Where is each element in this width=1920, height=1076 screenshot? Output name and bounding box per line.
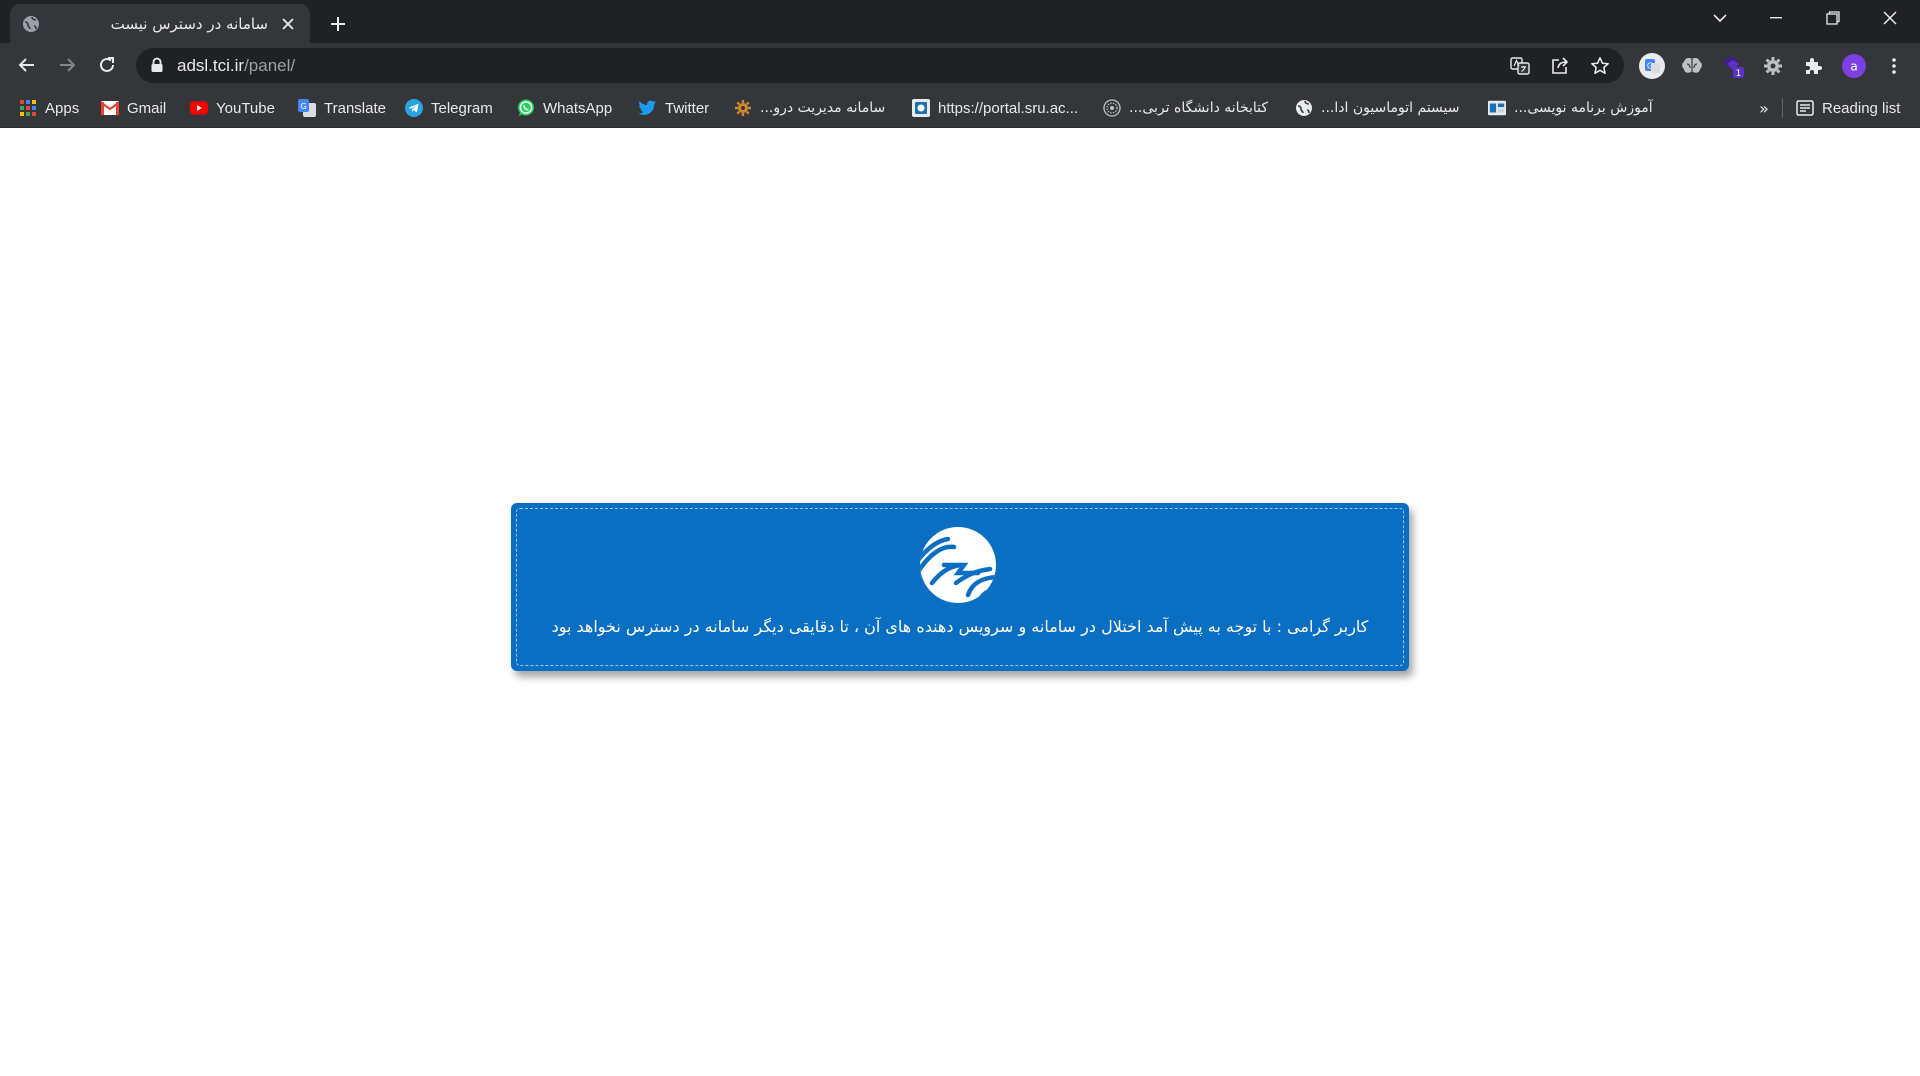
bookmarks-divider — [1782, 98, 1783, 118]
gear-badge-icon — [734, 99, 752, 117]
tab-title: سامانه در دسترس نیست — [110, 14, 268, 33]
back-button[interactable] — [11, 49, 43, 81]
restore-button[interactable] — [1805, 0, 1861, 36]
tab-search-button[interactable] — [1692, 0, 1748, 36]
bookmark-label: سامانه مدیریت درو... — [760, 100, 886, 116]
library-icon — [1103, 99, 1121, 117]
browser-toolbar: adsl.tci.ir/panel/ G 1 a — [0, 43, 1920, 88]
share-icon[interactable] — [1547, 53, 1573, 79]
bookmark-apps[interactable]: Apps — [19, 96, 79, 120]
bookmarks-bar: Apps Gmail YouTube G Translate Telegram … — [0, 88, 1920, 128]
profile-avatar[interactable]: a — [1839, 51, 1869, 81]
profile-initial: a — [1850, 60, 1857, 74]
close-tab-icon[interactable] — [278, 14, 298, 34]
bookmark-sadra-system[interactable]: سامانه مدیریت درو... — [734, 96, 885, 120]
globe-icon — [22, 15, 40, 33]
bookmark-star-icon[interactable] — [1587, 53, 1613, 79]
bookmark-sru-portal[interactable]: https://portal.sru.ac... — [912, 96, 1078, 120]
bookmark-translate[interactable]: G Translate — [298, 96, 386, 120]
translate-icon: G — [298, 99, 316, 117]
bookmark-label: سیستم اتوماسیون ادا... — [1321, 100, 1460, 116]
reading-list-label: Reading list — [1822, 99, 1901, 117]
browser-menu-icon[interactable] — [1879, 51, 1909, 81]
bookmark-label: Apps — [45, 99, 80, 117]
extension-badge-count: 1 — [1736, 69, 1742, 79]
bookmark-label: کتابخانه دانشگاه تربی... — [1129, 100, 1269, 116]
url-text[interactable]: adsl.tci.ir/panel/ — [177, 48, 295, 83]
new-tab-button[interactable] — [324, 10, 352, 38]
globe-icon — [1295, 99, 1313, 117]
bookmark-university-library[interactable]: کتابخانه دانشگاه تربی... — [1103, 96, 1268, 120]
bookmark-telegram[interactable]: Telegram — [405, 96, 493, 120]
bookmark-label: Twitter — [665, 99, 710, 117]
bookmark-programming-tutorial[interactable]: آموزش برنامه نویسی... — [1488, 96, 1653, 120]
portal-icon — [912, 99, 930, 117]
gear-extension-icon[interactable] — [1758, 51, 1788, 81]
google-translate-extension-icon[interactable]: G — [1637, 51, 1667, 81]
telegram-icon — [405, 99, 423, 117]
tci-logo-icon — [918, 525, 998, 605]
reading-list-button[interactable]: Reading list — [1796, 96, 1900, 120]
lock-icon[interactable] — [150, 57, 164, 77]
bookmark-twitter[interactable]: Twitter — [639, 96, 709, 120]
code-site-icon — [1488, 99, 1506, 117]
bookmarks-overflow-button[interactable]: » — [1752, 96, 1776, 120]
maintenance-notice: کاربر گرامی : با توجه به پیش آمد اختلال … — [511, 503, 1409, 671]
bookmark-office-automation[interactable]: سیستم اتوماسیون ادا... — [1295, 96, 1460, 120]
address-bar[interactable]: adsl.tci.ir/panel/ — [136, 48, 1624, 83]
bookmark-label: Translate — [324, 99, 386, 117]
gmail-icon — [101, 99, 119, 117]
url-host: adsl.tci.ir — [177, 56, 245, 75]
youtube-icon — [190, 99, 208, 117]
bookmark-label: آموزش برنامه نویسی... — [1514, 100, 1653, 116]
apps-grid-icon — [19, 99, 37, 117]
bookmark-label: https://portal.sru.ac... — [938, 99, 1079, 117]
purple-badge-extension-icon[interactable]: 1 — [1718, 51, 1748, 81]
extensions-puzzle-icon[interactable] — [1798, 51, 1828, 81]
translate-page-icon[interactable] — [1507, 53, 1533, 79]
tab-strip: سامانه در دسترس نیست — [0, 0, 1920, 43]
svg-text:G: G — [300, 102, 306, 111]
bookmark-whatsapp[interactable]: WhatsApp — [517, 96, 612, 120]
browser-tab[interactable]: سامانه در دسترس نیست — [10, 4, 310, 43]
bookmark-label: Gmail — [127, 99, 167, 117]
close-window-button[interactable] — [1862, 0, 1918, 36]
twitter-icon — [639, 99, 657, 117]
bookmark-gmail[interactable]: Gmail — [101, 96, 166, 120]
page-content: کاربر گرامی : با توجه به پیش آمد اختلال … — [0, 129, 1920, 1076]
url-path: /panel/ — [244, 56, 296, 75]
reading-list-icon — [1796, 99, 1814, 117]
notice-message: کاربر گرامی : با توجه به پیش آمد اختلال … — [551, 617, 1369, 636]
bookmark-label: Telegram — [431, 99, 493, 117]
whatsapp-icon — [517, 99, 535, 117]
bookmark-label: YouTube — [216, 99, 275, 117]
forward-button[interactable] — [51, 49, 83, 81]
brain-extension-icon[interactable] — [1677, 51, 1707, 81]
bookmark-label: WhatsApp — [543, 99, 613, 117]
bookmark-youtube[interactable]: YouTube — [190, 96, 275, 120]
reload-button[interactable] — [91, 49, 123, 81]
minimize-button[interactable] — [1748, 0, 1804, 36]
